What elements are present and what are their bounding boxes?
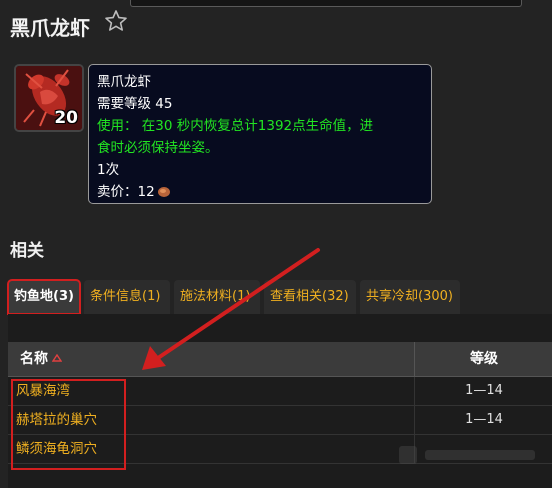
table-header: 名称 等级 [8,342,552,377]
watermark-mark [399,446,535,464]
top-scroll-strip [130,0,522,7]
tooltip-use-line-2: 食时必须保持坐姿。 [97,140,219,156]
tooltip-item-name: 黑爪龙虾 [97,74,151,90]
tab-condition-info[interactable]: 条件信息(1) [84,280,170,314]
tab-fishing-spots[interactable]: 钓鱼地(3) [7,279,81,315]
highlight-box-rows [11,379,126,470]
column-name-label: 名称 [20,351,48,367]
level-range: 1—14 [414,377,552,405]
tooltip-sell-price: 卖价：12 [97,181,423,203]
star-outline-icon[interactable] [104,9,128,33]
column-header-name[interactable]: 名称 [20,342,62,376]
tab-see-related[interactable]: 查看相关(32) [264,280,356,314]
sell-price-text: 卖价：12 [97,184,155,200]
item-icon[interactable]: 20 [14,64,84,132]
column-header-level[interactable]: 等级 [414,342,552,376]
triangle-up-icon [52,354,62,362]
tab-reagent[interactable]: 施法材料(1) [174,280,260,314]
page-title: 黑爪龙虾 [10,16,90,40]
tooltip-use-line-1: 使用： 在30 秒内恢复总计1392点生命值，进 [97,118,374,134]
tooltip-charges: 1次 [97,162,120,178]
stack-count: 20 [54,108,78,128]
level-range: 1—14 [414,406,552,434]
tooltip-required-level: 需要等级 45 [97,96,173,112]
related-section-title: 相关 [10,241,44,261]
tab-shared-cooldown[interactable]: 共享冷却(300) [360,280,460,314]
item-tooltip: 黑爪龙虾 需要等级 45 使用： 在30 秒内恢复总计1392点生命值，进 食时… [88,64,432,204]
copper-coin-icon [157,187,170,197]
